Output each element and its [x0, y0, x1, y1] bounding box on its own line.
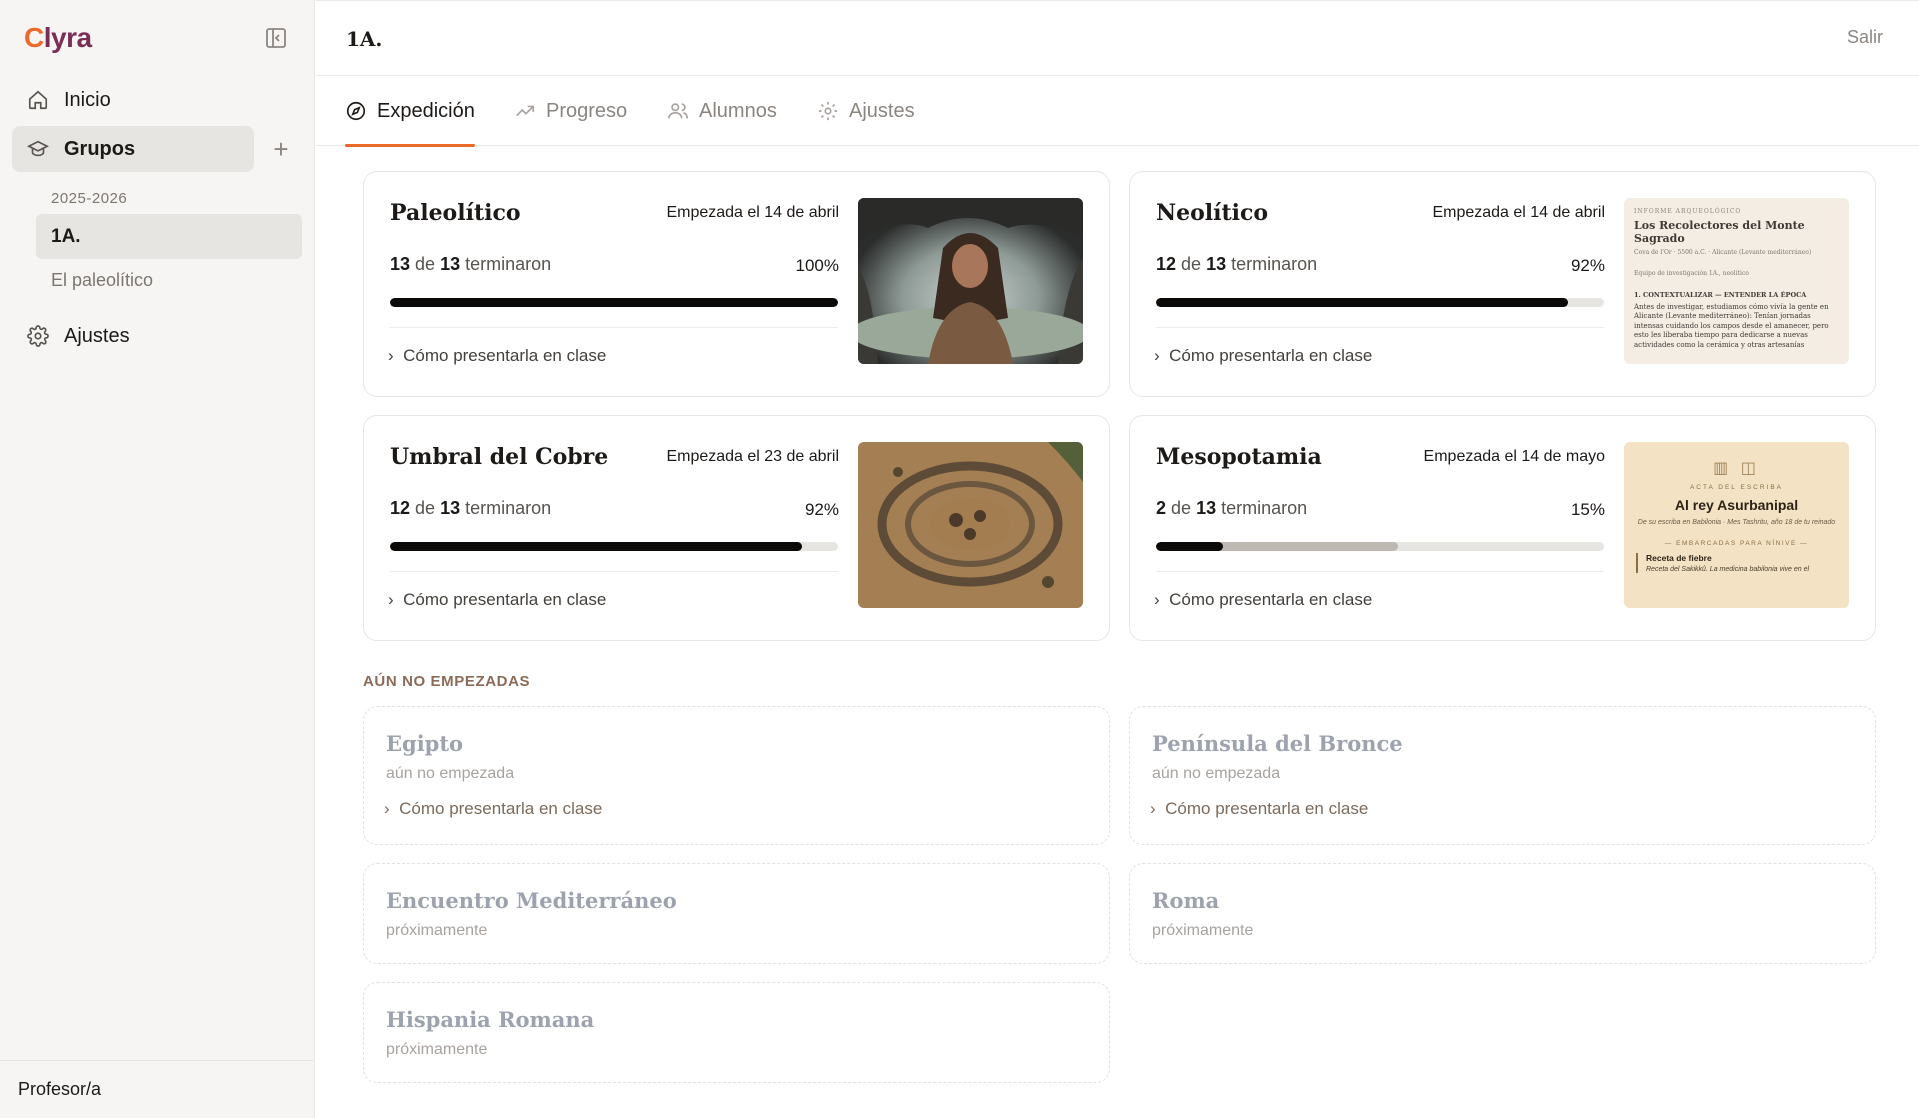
sidebar-item-label: Grupos — [64, 137, 136, 160]
tab-expedicion[interactable]: Expedición — [345, 76, 475, 147]
started-date: Empezada el 14 de mayo — [1423, 448, 1605, 465]
progress-bar — [1156, 542, 1604, 551]
mesopotamia-scribe-thumbnail: ▥ ◫ ACTA DEL ESCRIBA Al rey Asurbanipal … — [1624, 442, 1849, 608]
completion-count: 13 de 13 terminaron — [390, 254, 552, 274]
started-date: Empezada el 14 de abril — [666, 204, 839, 221]
expedition-title: Neolítico — [1156, 200, 1269, 226]
expedition-title: Egipto — [386, 731, 464, 756]
expedition-card-hispania-romana: Hispania Romana próximamente — [363, 982, 1110, 1083]
expedition-title: Península del Bronce — [1152, 731, 1403, 756]
graduation-cap-icon — [26, 137, 50, 161]
expedition-card-umbral-del-cobre[interactable]: Umbral del Cobre Empezada el 23 de abril… — [363, 415, 1110, 641]
page-title: 1A. — [346, 27, 383, 51]
expedition-title: Hispania Romana — [386, 1007, 595, 1032]
how-to-present-link[interactable]: › Cómo presentarla en clase — [1154, 346, 1372, 366]
chevron-right-icon: › — [388, 590, 394, 609]
progress-bar — [390, 298, 838, 307]
expedition-status: próximamente — [386, 922, 488, 939]
sidebar-item-label: Ajustes — [64, 324, 130, 347]
divider — [390, 327, 838, 328]
expedition-card-neolitico[interactable]: Neolítico Empezada el 14 de abril 12 de … — [1129, 171, 1876, 397]
expedition-card-mesopotamia[interactable]: Mesopotamia Empezada el 14 de mayo 2 de … — [1129, 415, 1876, 641]
completion-percent: 92% — [1570, 256, 1605, 275]
home-icon — [26, 88, 50, 112]
expedition-status: próximamente — [1152, 922, 1254, 939]
expedition-title: Paleolítico — [390, 200, 521, 226]
expedition-title: Mesopotamia — [1156, 444, 1322, 470]
sidebar-item-grupos[interactable]: Grupos — [12, 126, 254, 172]
sidebar-item-label: Inicio — [64, 88, 111, 111]
header: 1A. Salir — [316, 0, 1919, 76]
completion-percent: 100% — [795, 256, 839, 275]
paleolitico-thumbnail — [858, 198, 1083, 364]
expedition-title: Umbral del Cobre — [390, 444, 609, 470]
divider — [1156, 571, 1604, 572]
progress-bar — [1156, 298, 1604, 307]
tab-progreso[interactable]: Progreso — [514, 76, 627, 146]
sidebar-item-inicio[interactable]: Inicio — [12, 77, 254, 123]
expedition-card-encuentro-mediterraneo: Encuentro Mediterráneo próximamente — [363, 863, 1110, 964]
expedition-status: próximamente — [386, 1041, 488, 1058]
started-date: Empezada el 14 de abril — [1432, 204, 1605, 221]
chevron-right-icon: › — [1154, 346, 1160, 365]
gear-icon — [26, 324, 50, 348]
tab-bar: Expedición Progreso Alumnos Ajustes — [316, 76, 1919, 147]
sidebar-group-1a[interactable]: 1A. — [36, 214, 302, 259]
expedition-title: Roma — [1152, 888, 1220, 913]
how-to-present-link[interactable]: › Cómo presentarla en clase — [1150, 799, 1368, 819]
not-started-section-label: AÚN NO EMPEZADAS — [363, 673, 531, 690]
sidebar: Clyra Inicio Grupos + 2025-2026 1A. El p… — [0, 0, 315, 1118]
umbral-del-cobre-thumbnail — [858, 442, 1083, 608]
tab-alumnos[interactable]: Alumnos — [667, 76, 777, 146]
chevron-right-icon: › — [1154, 590, 1160, 609]
expedition-status: aún no empezada — [1152, 765, 1281, 782]
how-to-present-link[interactable]: › Cómo presentarla en clase — [388, 346, 606, 366]
user-role[interactable]: Profesor/a — [0, 1060, 315, 1118]
expedition-card-egipto[interactable]: Egipto aún no empezada › Cómo presentarl… — [363, 706, 1110, 845]
completion-percent: 15% — [1570, 500, 1605, 519]
sidebar-item-ajustes[interactable]: Ajustes — [12, 313, 254, 359]
chevron-right-icon: › — [1150, 799, 1156, 818]
collapse-sidebar-icon[interactable] — [264, 26, 290, 52]
compass-icon — [345, 100, 367, 122]
sidebar-group-expedition[interactable]: El paleolítico — [51, 270, 153, 291]
temple-icon: ▥ ◫ — [1713, 460, 1760, 477]
chevron-right-icon: › — [384, 799, 390, 818]
main-content: 1A. Salir Expedición Progreso Alumnos Aj… — [316, 0, 1919, 1118]
completion-percent: 92% — [804, 500, 839, 519]
expedition-card-peninsula-del-bronce[interactable]: Península del Bronce aún no empezada › C… — [1129, 706, 1876, 845]
app-logo[interactable]: Clyra — [24, 22, 92, 54]
divider — [1156, 327, 1604, 328]
how-to-present-link[interactable]: › Cómo presentarla en clase — [384, 799, 602, 819]
neolitico-report-thumbnail: INFORME ARQUEOLÓGICO Los Recolectores de… — [1624, 198, 1849, 364]
add-group-button[interactable]: + — [268, 136, 294, 162]
expedition-status: aún no empezada — [386, 765, 515, 782]
completion-count: 2 de 13 terminaron — [1156, 498, 1308, 518]
logout-button[interactable]: Salir — [1847, 27, 1883, 48]
school-year-label: 2025-2026 — [51, 190, 128, 207]
completion-count: 12 de 13 terminaron — [1156, 254, 1318, 274]
how-to-present-link[interactable]: › Cómo presentarla en clase — [1154, 590, 1372, 610]
started-date: Empezada el 23 de abril — [666, 448, 839, 465]
progress-bar — [390, 542, 838, 551]
expedition-card-roma: Roma próximamente — [1129, 863, 1876, 964]
how-to-present-link[interactable]: › Cómo presentarla en clase — [388, 590, 606, 610]
trend-up-icon — [514, 100, 536, 122]
chevron-right-icon: › — [388, 346, 394, 365]
tab-ajustes[interactable]: Ajustes — [817, 76, 915, 146]
expedition-card-paleolitico[interactable]: Paleolítico Empezada el 14 de abril 13 d… — [363, 171, 1110, 397]
gear-icon — [817, 100, 839, 122]
expedition-title: Encuentro Mediterráneo — [386, 888, 677, 913]
divider — [390, 571, 838, 572]
completion-count: 12 de 13 terminaron — [390, 498, 552, 518]
users-icon — [667, 100, 689, 122]
